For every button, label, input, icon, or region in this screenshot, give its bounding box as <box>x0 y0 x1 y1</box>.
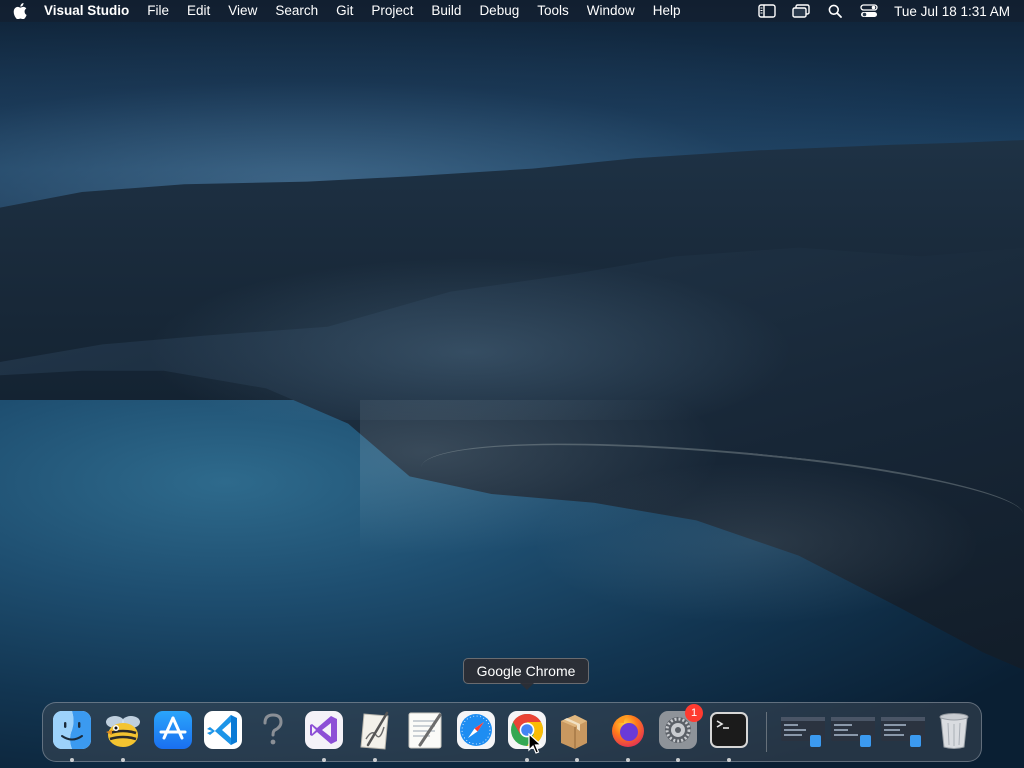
running-indicator <box>727 758 731 762</box>
menu-bar-clock[interactable]: Tue Jul 18 1:31 AM <box>886 4 1010 19</box>
dock-tooltip-label: Google Chrome <box>476 663 576 679</box>
desktop[interactable]: Visual Studio File Edit View Search Git … <box>0 0 1024 768</box>
sidebar-icon[interactable] <box>750 0 784 22</box>
menu-file[interactable]: File <box>138 0 178 22</box>
cyberduck-icon[interactable] <box>102 709 144 751</box>
menu-build[interactable]: Build <box>422 0 470 22</box>
firefox-icon[interactable] <box>607 709 649 751</box>
window-switch-icon[interactable] <box>784 0 818 22</box>
dock-separator <box>766 712 767 752</box>
menu-view[interactable]: View <box>219 0 266 22</box>
dock: 1 <box>42 702 982 762</box>
menu-window[interactable]: Window <box>578 0 644 22</box>
visual-studio-icon[interactable] <box>303 709 345 751</box>
finder-window-icon[interactable] <box>880 709 926 751</box>
running-indicator <box>322 758 326 762</box>
mouse-cursor-icon <box>528 732 543 760</box>
finder-window-icon[interactable] <box>830 709 876 751</box>
safari-icon[interactable] <box>455 709 497 751</box>
running-indicator <box>121 758 125 762</box>
menu-project[interactable]: Project <box>362 0 422 22</box>
textedit-icon[interactable] <box>404 709 446 751</box>
terminal-icon[interactable] <box>708 709 750 751</box>
trash-icon[interactable] <box>933 709 975 751</box>
menu-help[interactable]: Help <box>644 0 690 22</box>
spotlight-search-icon[interactable] <box>818 0 852 22</box>
notification-badge: 1 <box>685 704 703 722</box>
menu-bar-left: Visual Studio File Edit View Search Git … <box>0 0 690 22</box>
menu-tools[interactable]: Tools <box>528 0 578 22</box>
control-center-icon[interactable] <box>852 0 886 22</box>
script-editor-icon[interactable] <box>354 709 396 751</box>
menu-bar: Visual Studio File Edit View Search Git … <box>0 0 1024 22</box>
menu-debug[interactable]: Debug <box>470 0 528 22</box>
running-indicator <box>373 758 377 762</box>
system-settings-icon[interactable]: 1 <box>657 704 703 751</box>
menu-git[interactable]: Git <box>327 0 362 22</box>
running-indicator <box>676 758 680 762</box>
app-store-icon[interactable] <box>152 709 194 751</box>
dock-tooltip: Google Chrome <box>463 658 589 690</box>
menu-bar-status: Tue Jul 18 1:31 AM <box>750 0 1024 22</box>
running-indicator <box>70 758 74 762</box>
vscode-icon[interactable] <box>202 709 244 751</box>
apple-logo-icon[interactable] <box>0 3 40 19</box>
finder-window-icon[interactable] <box>780 709 826 751</box>
running-indicator <box>626 758 630 762</box>
menu-edit[interactable]: Edit <box>178 0 219 22</box>
finder-icon[interactable] <box>51 709 93 751</box>
menu-app-name[interactable]: Visual Studio <box>40 0 138 22</box>
help-question-icon[interactable] <box>252 709 294 751</box>
menu-search[interactable]: Search <box>266 0 327 22</box>
running-indicator <box>575 758 579 762</box>
wallpaper-ridge-highlight <box>120 250 820 420</box>
package-installer-icon[interactable] <box>553 709 595 751</box>
